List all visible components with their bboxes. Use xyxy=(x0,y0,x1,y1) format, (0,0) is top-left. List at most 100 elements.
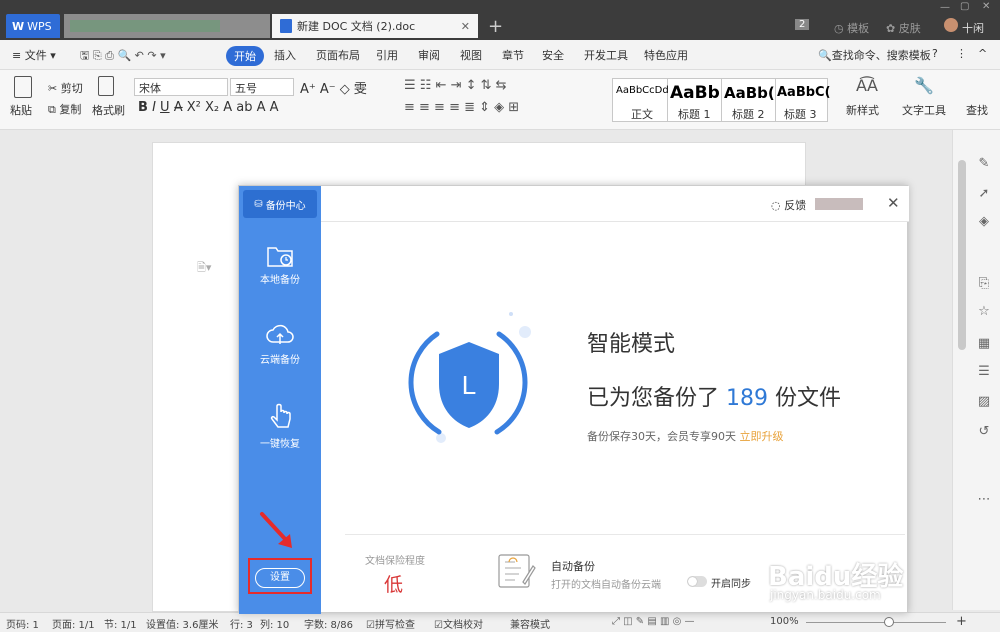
history-icon[interactable]: ↺ xyxy=(976,424,992,440)
image-icon[interactable]: ▨ xyxy=(976,394,992,410)
template-icon: ◷ xyxy=(834,22,848,35)
title-bar: W WPS 新建 DOC 文档 (2).doc ✕ + 2 ◷ 模板 ✿ 皮肤 十闲… xyxy=(0,0,1000,40)
decor-bubble-3 xyxy=(509,312,513,316)
document-tab-label: 新建 DOC 文档 (2).doc xyxy=(297,20,416,33)
template-label: 模板 xyxy=(847,22,870,35)
settings-button[interactable]: 设置 xyxy=(255,568,305,588)
quick-access-icons[interactable]: 🖫 ⎘ ⎙ 🔍 ↶ ↷ ▾ xyxy=(80,47,166,66)
more-tools-icon[interactable]: ⋯ xyxy=(976,492,992,508)
close-window-icon[interactable]: ✕ xyxy=(982,1,990,12)
proofread-icon: ☑ xyxy=(434,620,443,631)
new-tab-icon[interactable]: + xyxy=(488,16,503,37)
format-painter-icon[interactable] xyxy=(98,76,114,96)
status-bar: 页码: 1 页面: 1/1 节: 1/1 设置值: 3.6厘米 行: 3 列: … xyxy=(0,612,1000,632)
style-heading2[interactable]: AaBb(标题 2 xyxy=(722,78,776,122)
shapes-icon[interactable]: ◈ xyxy=(976,214,992,230)
feedback-button[interactable]: ◌ 反馈 xyxy=(771,197,806,213)
paste-button[interactable]: 粘贴 xyxy=(10,102,32,118)
font-adjust-icons[interactable]: A⁺ A⁻ ◇ 雯 xyxy=(300,78,367,97)
table-icon[interactable]: ▦ xyxy=(976,336,992,352)
collapse-ribbon-icon[interactable]: ^ xyxy=(978,47,987,60)
tab-chapter[interactable]: 章节 xyxy=(502,47,524,63)
paragraph-icons[interactable]: ☰ ☷ ⇤ ⇥ ↕ ⇅ ⇆ xyxy=(404,78,507,93)
backup-summary: 已为您备份了 189 份文件 xyxy=(587,380,841,412)
backup-count: 189 xyxy=(726,386,769,411)
style-normal-sample: AaBbCcDd xyxy=(616,85,669,96)
format-painter-button[interactable]: 格式刷 xyxy=(92,102,125,118)
tab-security[interactable]: 安全 xyxy=(542,47,564,63)
sidebar-item-cloud-backup[interactable]: 云端备份 xyxy=(239,322,321,366)
blurred-tab[interactable] xyxy=(64,14,270,38)
backup-prefix: 已为您备份了 xyxy=(587,386,720,411)
list-icon[interactable]: ☰ xyxy=(976,364,992,380)
window-count-badge[interactable]: 2 xyxy=(795,19,810,30)
new-style-button[interactable]: 新样式 xyxy=(846,102,879,118)
backup-suffix: 份文件 xyxy=(775,386,842,411)
style-heading1-name: 标题 1 xyxy=(678,108,711,121)
style-heading1[interactable]: AaBb 标题 1 xyxy=(668,78,722,122)
cloud-backup-label: 云端备份 xyxy=(260,355,300,366)
tab-review[interactable]: 审阅 xyxy=(418,47,440,63)
shield-letter: L xyxy=(462,370,476,400)
tab-features[interactable]: 特色应用 xyxy=(644,47,688,63)
upgrade-link[interactable]: 立即升级 xyxy=(740,430,784,443)
star-icon[interactable]: ☆ xyxy=(976,304,992,320)
help-icon[interactable]: ? xyxy=(932,47,938,60)
paragraph-icon[interactable]: 🗎▾ xyxy=(197,259,211,278)
shield-graphic: L xyxy=(408,312,531,443)
attachment-icon[interactable]: ⎘ xyxy=(976,276,992,292)
sidebar-item-restore[interactable]: 一键恢复 xyxy=(239,402,321,450)
text-format-icons[interactable]: B I U A̶ X² X₂ A ab A A xyxy=(138,100,279,115)
style-heading3-sample: AaBbC( xyxy=(777,85,831,100)
sidebar-item-local-backup[interactable]: 本地备份 xyxy=(239,242,321,286)
style-normal[interactable]: AaBbCcDd 正文 xyxy=(612,78,669,122)
style-heading3[interactable]: AaBbC(标题 3 xyxy=(776,78,831,122)
more-icon[interactable]: ⋮ xyxy=(956,47,967,60)
command-search[interactable]: 🔍查找命令、搜索模板 xyxy=(818,47,931,63)
tab-insert[interactable]: 插入 xyxy=(274,47,296,63)
row-info: 行: 3 xyxy=(230,620,253,631)
avatar[interactable] xyxy=(944,18,958,32)
annotation-arrow-icon xyxy=(260,512,292,548)
user-name[interactable]: 十闲 xyxy=(962,20,984,36)
cut-button[interactable]: ✂ 剪切 xyxy=(48,80,83,96)
file-menu[interactable]: ≡ 文件 ▾ xyxy=(12,47,56,63)
protection-label: 文档保险程度 xyxy=(365,556,425,567)
skin-button[interactable]: ✿ 皮肤 xyxy=(886,20,921,36)
proofread[interactable]: ☑文档校对 xyxy=(434,616,483,631)
alignment-icons[interactable]: ≡ ≡ ≡ ≡ ≣ ⇕ ◈ ⊞ xyxy=(404,100,519,115)
vertical-scrollbar[interactable] xyxy=(958,160,966,350)
font-family-select[interactable]: 宋体 xyxy=(134,78,228,96)
tab-developer[interactable]: 开发工具 xyxy=(584,47,628,63)
tab-layout[interactable]: 页面布局 xyxy=(316,47,360,63)
wps-home-tab[interactable]: W WPS xyxy=(6,14,60,38)
tab-view[interactable]: 视图 xyxy=(460,47,482,63)
zoom-thumb[interactable] xyxy=(884,617,894,627)
spell-check[interactable]: ☑拼写检查 xyxy=(366,616,415,631)
sync-toggle[interactable] xyxy=(687,576,707,587)
tab-home[interactable]: 开始 xyxy=(226,46,264,66)
template-button[interactable]: ◷ 模板 xyxy=(834,20,869,36)
cursor-icon[interactable]: ➚ xyxy=(976,186,992,202)
minimize-icon[interactable]: — xyxy=(940,2,950,13)
close-dialog-icon[interactable]: ✕ xyxy=(887,194,900,212)
zoom-level[interactable]: 100% xyxy=(770,616,799,627)
copy-button[interactable]: ⧉ 复制 xyxy=(48,101,81,117)
wps-logo-icon: W xyxy=(12,19,25,33)
zoom-in-icon[interactable]: + xyxy=(956,614,967,629)
zoom-slider[interactable] xyxy=(806,622,946,623)
paste-icon[interactable] xyxy=(14,76,32,98)
document-tab[interactable]: 新建 DOC 文档 (2).doc ✕ xyxy=(272,14,478,38)
tab-reference[interactable]: 引用 xyxy=(376,47,398,63)
view-mode-icons[interactable]: ⤢ ◫ ✎ ▤ ▥ ◎ — xyxy=(612,616,695,627)
close-tab-icon[interactable]: ✕ xyxy=(461,20,470,33)
maximize-icon[interactable]: ▢ xyxy=(960,1,969,12)
hand-pointer-icon xyxy=(270,403,291,428)
file-menu-label: 文件 xyxy=(24,49,47,62)
find-button[interactable]: 查找 xyxy=(966,102,988,118)
pen-icon[interactable]: ✎ xyxy=(976,156,992,172)
text-tools-button[interactable]: 文字工具 xyxy=(902,102,946,118)
font-size-select[interactable]: 五号 xyxy=(230,78,294,96)
decor-bubble-1 xyxy=(519,326,531,338)
style-heading1-sample: AaBb xyxy=(670,83,720,103)
